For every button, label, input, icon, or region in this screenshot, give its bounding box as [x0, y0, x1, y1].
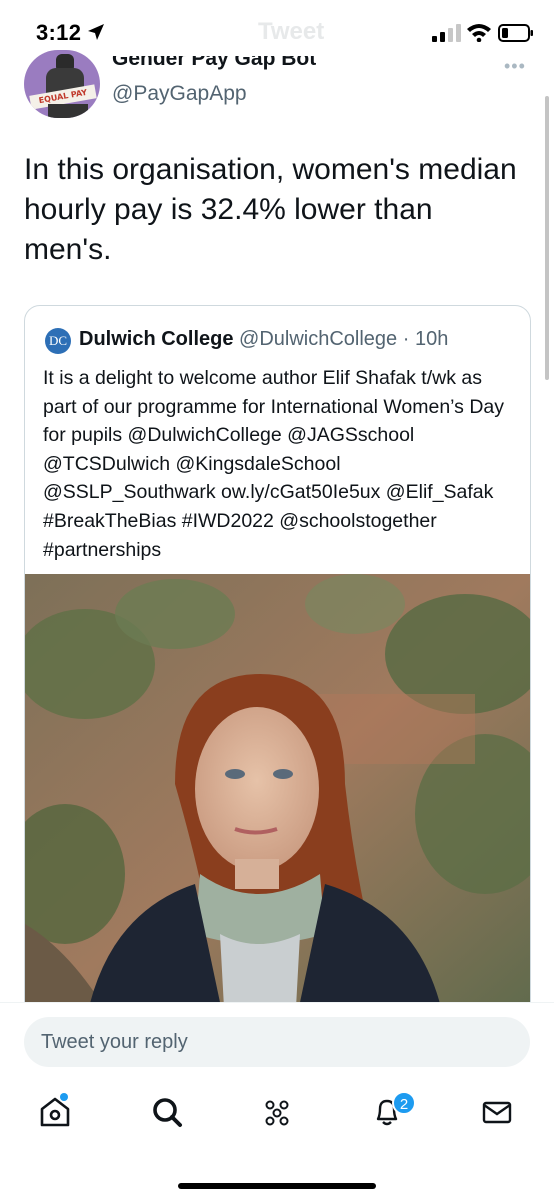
- nav-title: Tweet: [258, 18, 325, 45]
- quoted-author-handle[interactable]: @DulwichCollege: [239, 328, 397, 350]
- status-bar: 3:12 Tweet: [0, 0, 554, 62]
- notifications-badge: 2: [392, 1091, 416, 1115]
- quoted-author-name[interactable]: Dulwich College: [79, 328, 233, 350]
- mail-icon[interactable]: [480, 1095, 514, 1129]
- meta-separator: ·: [397, 328, 415, 350]
- home-indicator[interactable]: [178, 1183, 376, 1189]
- spaces-icon[interactable]: [260, 1095, 294, 1129]
- search-icon[interactable]: [150, 1095, 184, 1129]
- author-display-name[interactable]: Gender Pay Gap Bot: [112, 56, 316, 72]
- more-options-icon[interactable]: •••: [504, 56, 526, 77]
- quoted-tweet-time[interactable]: 10h: [415, 328, 448, 350]
- quoted-tweet-photo[interactable]: [25, 574, 530, 1024]
- status-time: 3:12: [36, 20, 82, 45]
- location-arrow-icon: [88, 24, 104, 40]
- bottom-area: 2: [0, 1002, 554, 1200]
- home-unread-dot: [60, 1093, 68, 1101]
- reply-input[interactable]: [24, 1017, 530, 1067]
- quoted-tweet-text: It is a delight to welcome author Elif S…: [43, 367, 504, 561]
- author-display-name-text[interactable]: Gender Pay Gap Bot: [112, 56, 316, 70]
- quoted-tweet-header: Dulwich College @DulwichCollege · 10h: [79, 328, 448, 351]
- author-handle[interactable]: @PayGapApp: [112, 82, 247, 106]
- scrollbar[interactable]: [545, 96, 549, 380]
- portrait-photo-image: [25, 574, 530, 1024]
- avatar-figure-legs: [48, 104, 88, 118]
- quoted-tweet-card[interactable]: DC Dulwich College @DulwichCollege · 10h…: [24, 305, 531, 1025]
- quoted-author-avatar[interactable]: DC: [45, 328, 71, 354]
- cellular-signal-icon: [432, 24, 461, 42]
- battery-icon: [498, 24, 533, 42]
- author-avatar[interactable]: EQUAL PAY NOW: [24, 50, 100, 118]
- home-icon[interactable]: [38, 1095, 72, 1129]
- wifi-icon: [467, 24, 491, 42]
- tweet-text: In this organisation, women's median hou…: [24, 153, 517, 266]
